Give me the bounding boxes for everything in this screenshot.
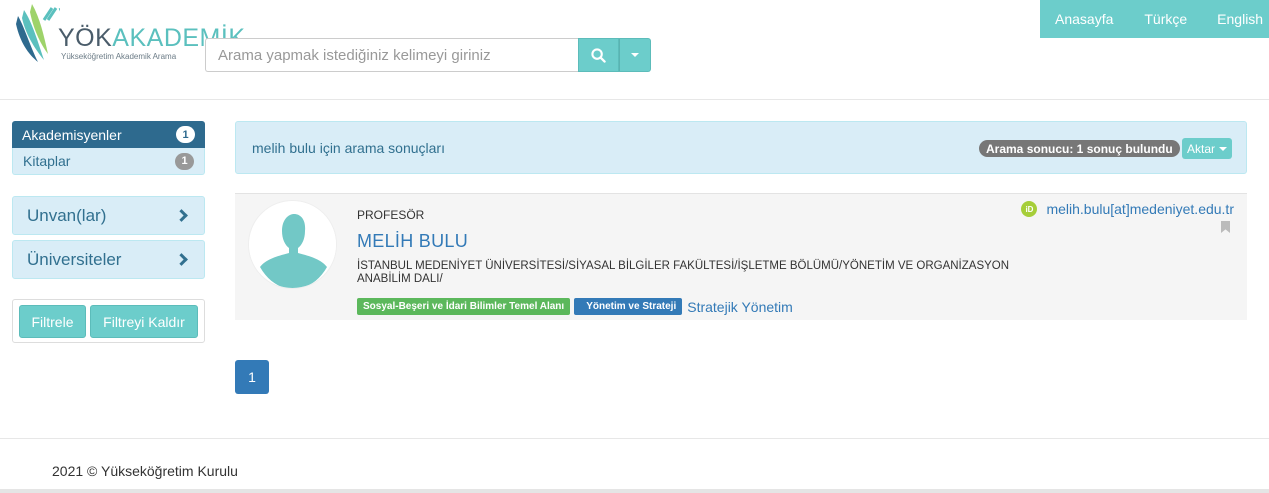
person-placeholder-icon (249, 201, 336, 288)
chevron-right-icon (175, 209, 188, 222)
avatar (248, 200, 337, 289)
nav-home-link[interactable]: Anasayfa (1055, 11, 1113, 27)
academic-rank: PROFESÖR (357, 208, 425, 222)
category-label: Akademisyenler (22, 126, 122, 143)
email-link[interactable]: melih.bulu[at]medeniyet.edu.tr (1046, 201, 1234, 217)
search-button[interactable] (578, 38, 619, 72)
search-icon (591, 47, 606, 63)
category-label: Kitaplar (23, 153, 71, 169)
page-footer: 2021 © Yükseköğretim Kurulu (0, 438, 1269, 493)
facet-universities[interactable]: Üniversiteler (12, 240, 205, 279)
facet-label: Unvan(lar) (27, 205, 107, 225)
bookmark-icon[interactable] (1221, 221, 1230, 233)
results-title: melih bulu için arama sonuçları (252, 140, 445, 156)
brand-tagline: Yükseköğretim Akademik Arama (61, 52, 177, 61)
pagination-page-1[interactable]: 1 (235, 360, 269, 394)
chevron-down-icon (1219, 146, 1227, 151)
nav-turkish-link[interactable]: Türkçe (1144, 11, 1187, 27)
facet-titles[interactable]: Unvan(lar) (12, 196, 205, 235)
copyright-text: 2021 © Yükseköğretim Kurulu (52, 463, 238, 479)
results-count-badge: Arama sonucu: 1 sonuç bulundu (979, 140, 1180, 157)
export-label: Aktar (1186, 141, 1215, 156)
search-input[interactable] (205, 38, 579, 72)
orcid-icon[interactable]: iD (1021, 201, 1038, 217)
affiliation: İSTANBUL MEDENİYET ÜNİVERSİTESİ/SİYASAL … (357, 260, 1010, 285)
chevron-down-icon (631, 53, 639, 57)
category-list: Akademisyenler 1 Kitaplar 1 (12, 121, 205, 175)
filter-button[interactable]: Filtrele (19, 305, 86, 338)
filter-panel: Filtrele Filtreyi Kaldır (12, 299, 205, 343)
clear-filter-button[interactable]: Filtreyi Kaldır (90, 305, 198, 338)
top-nav: Anasayfa Türkçe English (1040, 0, 1269, 38)
footer-divider (0, 489, 1269, 493)
page-header: YÖKAKADEMİK Yükseköğretim Akademik Arama… (0, 0, 1269, 100)
chevron-right-icon (175, 253, 188, 266)
logo-book-icon (16, 4, 60, 62)
count-badge: 1 (175, 152, 194, 170)
academic-name-link[interactable]: MELİH BULU (357, 231, 468, 252)
academic-result-card: PROFESÖR MELİH BULU İSTANBUL MEDENİYET Ü… (235, 193, 1247, 320)
field-tag[interactable]: Sosyal-Beşeri ve İdari Bilimler Temel Al… (357, 298, 571, 315)
contact-info: iD melih.bulu[at]medeniyet.edu.tr (1021, 201, 1234, 217)
export-dropdown-button[interactable]: Aktar (1182, 138, 1232, 159)
keyword-link[interactable]: Stratejik Yönetim (687, 299, 793, 315)
count-badge: 1 (176, 126, 195, 143)
category-books[interactable]: Kitaplar 1 (12, 148, 205, 175)
search-group (205, 38, 651, 72)
yok-akademik-logo[interactable]: YÖKAKADEMİK Yükseköğretim Akademik Arama (14, 2, 245, 64)
search-options-dropdown[interactable] (619, 38, 651, 72)
facet-label: Üniversiteler (27, 249, 122, 269)
nav-english-link[interactable]: English (1217, 11, 1263, 27)
research-areas: Sosyal-Beşeri ve İdari Bilimler Temel Al… (357, 298, 793, 315)
category-academics[interactable]: Akademisyenler 1 (12, 121, 205, 148)
subfield-tag[interactable]: Yönetim ve Strateji (574, 298, 683, 315)
results-header: melih bulu için arama sonuçları Arama so… (235, 121, 1247, 174)
